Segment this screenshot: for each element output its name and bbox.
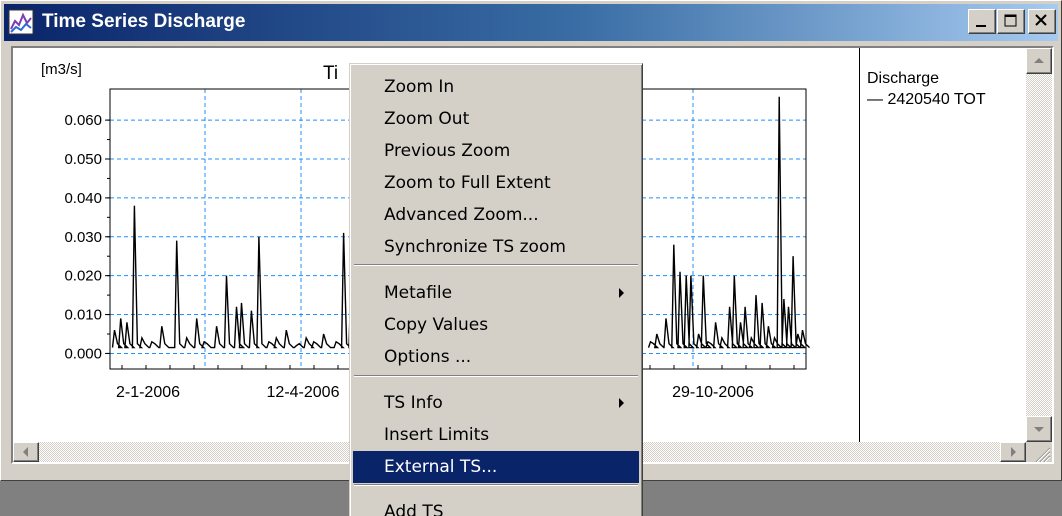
menu-item-zoom-to-full-extent[interactable]: Zoom to Full Extent [353,167,639,199]
y-tick-label: 0.010 [64,307,102,324]
menu-item-label: Previous Zoom [384,141,511,161]
scroll-right-button[interactable] [1000,442,1026,462]
series-line-left [111,205,366,349]
resize-grip[interactable] [1026,442,1052,462]
x-tick-label: 29-10-2006 [672,384,754,401]
menu-item-previous-zoom[interactable]: Previous Zoom [353,135,639,167]
menu-item-label: Insert Limits [384,425,490,445]
menu-item-advanced-zoom[interactable]: Advanced Zoom... [353,199,639,231]
menu-item-label: Add TS [384,502,444,516]
menu-item-insert-limits[interactable]: Insert Limits [353,419,639,451]
window-title: Time Series Discharge [42,11,246,32]
series-line-right [647,96,810,349]
minimize-button[interactable] [968,9,996,34]
menu-item-label: TS Info [384,393,443,413]
x-tick-label: 12-4-2006 [267,384,340,401]
menu-item-label: Options ... [384,347,472,367]
scroll-up-button[interactable] [1026,48,1052,74]
submenu-arrow-icon [619,398,624,408]
scroll-up-icon [1034,58,1044,63]
menu-separator [354,264,638,266]
menu-item-ts-info[interactable]: TS Info [353,387,639,419]
menu-separator [354,375,638,377]
app-chart-icon [8,9,34,35]
context-menu: Zoom In Zoom Out Previous Zoom Zoom to Full… [349,63,643,516]
menu-item-add-ts[interactable]: Add TS [353,496,639,516]
menu-item-label: Advanced Zoom... [384,205,539,225]
legend-title: Discharge [867,70,940,87]
legend-series-name: 2420540 TOT [887,91,986,108]
title-bar[interactable]: Time Series Discharge [4,4,1058,41]
legend-divider [859,48,860,442]
menu-item-label: Zoom In [384,77,455,97]
y-tick-label: 0.030 [64,229,102,246]
minimize-icon [976,25,986,27]
y-tick-label: 0.020 [64,268,102,285]
scroll-left-icon [23,447,28,457]
scroll-right-icon [1011,447,1016,457]
menu-item-label: Copy Values [384,315,489,335]
menu-item-synchronize-ts-zoom[interactable]: Synchronize TS zoom [353,231,639,263]
y-tick-label: 0.060 [64,112,102,129]
menu-item-external-ts[interactable]: External TS... [353,451,639,483]
menu-item-zoom-in[interactable]: Zoom In [353,71,639,103]
scroll-down-icon [1034,427,1044,432]
x-tick-label: 2-1-2006 [116,384,180,401]
y-axis-label: [m3/s] [41,61,82,78]
close-button[interactable] [1028,9,1056,34]
menu-item-copy-values[interactable]: Copy Values [353,309,639,341]
resize-grip-icon [1035,447,1051,462]
menu-item-metafile[interactable]: Metafile [353,277,639,309]
maximize-icon [1004,14,1017,27]
menu-separator [354,484,638,486]
menu-item-label: Metafile [384,283,453,303]
y-tick-label: 0.050 [64,151,102,168]
menu-item-options[interactable]: Options ... [353,341,639,373]
menu-item-label: Synchronize TS zoom [384,237,566,257]
menu-item-label: External TS... [384,457,498,477]
maximize-button[interactable] [997,9,1025,34]
y-tick-label: 0.000 [64,345,102,362]
y-tick-label: 0.040 [64,190,102,207]
scroll-left-button[interactable] [13,442,39,462]
scroll-down-button[interactable] [1026,416,1052,442]
chart-title: Ti [323,63,338,84]
close-icon [1035,14,1047,26]
menu-item-label: Zoom Out [384,109,470,129]
legend-item: — 2420540 TOT [867,91,986,108]
vertical-scrollbar[interactable] [1026,48,1052,442]
menu-item-label: Zoom to Full Extent [384,173,551,193]
submenu-arrow-icon [619,288,624,298]
menu-item-zoom-out[interactable]: Zoom Out [353,103,639,135]
